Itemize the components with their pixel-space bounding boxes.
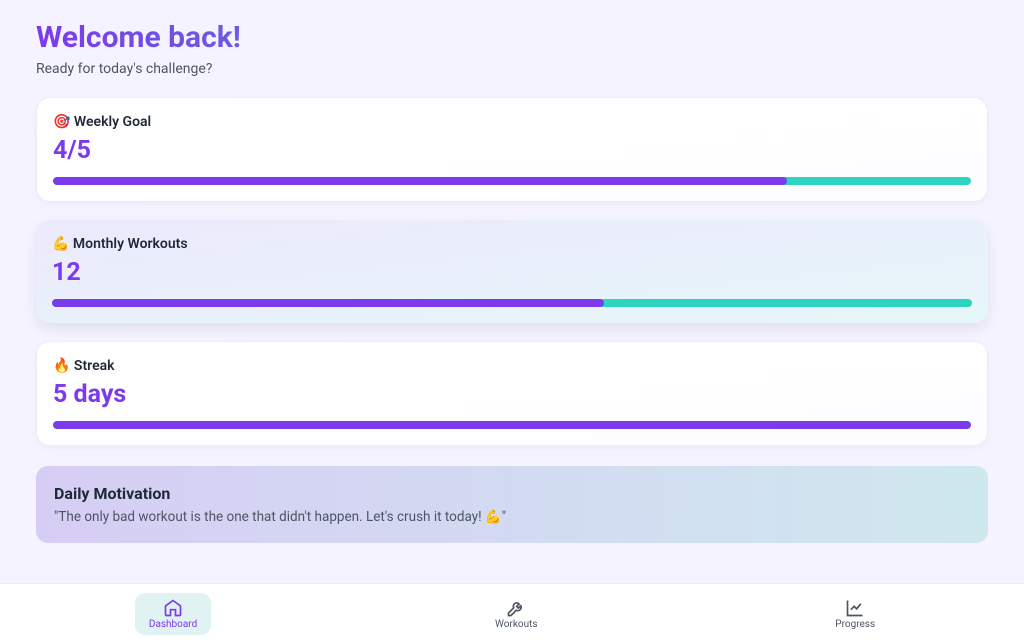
- chart-icon: [845, 598, 865, 618]
- tools-icon: [506, 598, 526, 618]
- nav-label: Progress: [835, 619, 875, 630]
- progress-fill: [53, 421, 971, 429]
- target-icon: 🎯: [53, 114, 70, 130]
- fire-icon: 🔥: [53, 358, 70, 374]
- stat-label: 🎯 Weekly Goal: [53, 114, 971, 130]
- stat-value: 12: [52, 258, 972, 287]
- nav-label: Workouts: [495, 619, 538, 630]
- motivation-title: Daily Motivation: [54, 484, 970, 503]
- stat-label-text: Streak: [74, 358, 115, 374]
- motivation-card: Daily Motivation "The only bad workout i…: [36, 466, 988, 543]
- stat-card-weekly-goal[interactable]: 🎯 Weekly Goal 4/5: [36, 97, 988, 202]
- main-content: Welcome back! Ready for today's challeng…: [0, 0, 1024, 583]
- progress-fill: [53, 177, 787, 185]
- nav-progress[interactable]: Progress: [821, 593, 889, 635]
- bottom-nav: Dashboard Workouts Progress: [0, 583, 1024, 643]
- flex-arm-icon: 💪: [52, 236, 69, 252]
- nav-label: Dashboard: [149, 619, 197, 630]
- progress-bar: [53, 421, 971, 429]
- welcome-title: Welcome back!: [36, 20, 988, 55]
- nav-dashboard[interactable]: Dashboard: [135, 593, 211, 635]
- stat-label: 🔥 Streak: [53, 358, 971, 374]
- progress-bar: [53, 177, 971, 185]
- stat-label: 💪 Monthly Workouts: [52, 236, 972, 252]
- stat-value: 5 days: [53, 380, 971, 409]
- stat-card-monthly-workouts[interactable]: 💪 Monthly Workouts 12: [36, 220, 988, 323]
- home-icon: [163, 598, 183, 618]
- stat-card-streak[interactable]: 🔥 Streak 5 days: [36, 341, 988, 446]
- progress-fill: [52, 299, 604, 307]
- motivation-text: "The only bad workout is the one that di…: [54, 509, 970, 525]
- welcome-subtitle: Ready for today's challenge?: [36, 61, 988, 77]
- progress-bar: [52, 299, 972, 307]
- stat-label-text: Weekly Goal: [74, 114, 151, 130]
- stat-value: 4/5: [53, 136, 971, 165]
- stats-container: 🎯 Weekly Goal 4/5 💪 Monthly Workouts 12 …: [36, 97, 988, 446]
- nav-workouts[interactable]: Workouts: [481, 593, 552, 635]
- stat-label-text: Monthly Workouts: [73, 236, 188, 252]
